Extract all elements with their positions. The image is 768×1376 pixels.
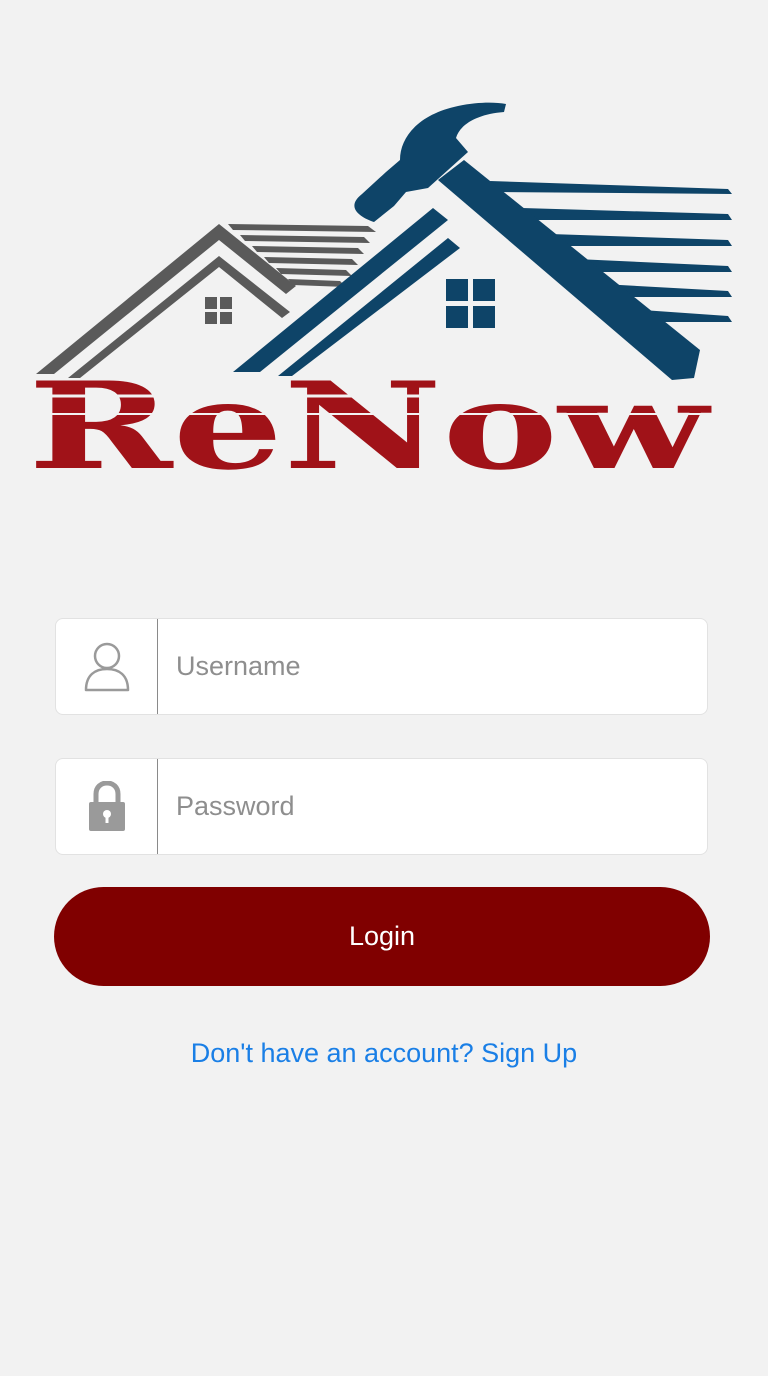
logo-wordmark: ReNow — [28, 356, 712, 480]
password-icon-cell — [56, 759, 158, 854]
password-field[interactable] — [55, 758, 708, 855]
signup-link[interactable]: Don't have an account? Sign Up — [0, 1038, 768, 1069]
renow-logo: ReNow — [28, 96, 740, 480]
lock-icon — [88, 780, 125, 831]
username-field[interactable] — [55, 618, 708, 715]
username-icon-cell — [56, 619, 158, 714]
username-input[interactable] — [158, 619, 707, 714]
password-input[interactable] — [158, 759, 707, 854]
logo-graphic: ReNow — [28, 102, 732, 480]
user-icon — [84, 642, 129, 691]
login-button[interactable]: Login — [54, 887, 710, 986]
